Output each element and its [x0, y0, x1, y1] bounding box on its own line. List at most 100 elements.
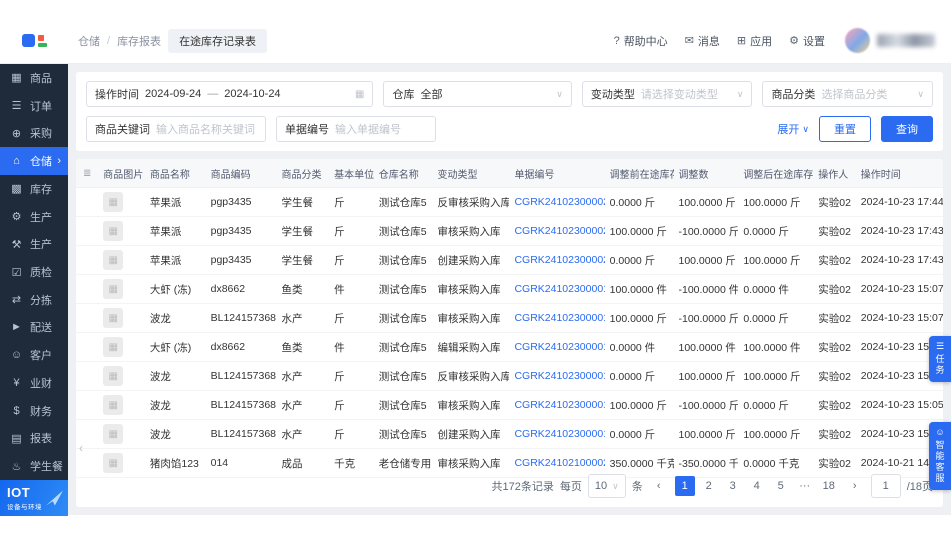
sidebar-item[interactable]: ► 配送: [0, 314, 68, 342]
date-start-value: 2024-09-24: [145, 88, 202, 100]
cell-after-qty: 0.0000 斤: [738, 303, 814, 333]
column-header: 商品图片: [98, 159, 145, 188]
page-number[interactable]: 1: [674, 476, 695, 496]
cell-change-type: 创建采购入库: [432, 245, 510, 275]
floating-tab[interactable]: ☺ 智能客服: [929, 422, 951, 490]
doc-number-link[interactable]: CGRK24102300002: [509, 187, 605, 217]
sidebar-item[interactable]: ☺ 客户: [0, 341, 68, 369]
page-jump-input[interactable]: 1: [870, 474, 901, 498]
sidebar-item[interactable]: ⌂ 仓储: [0, 147, 68, 175]
warehouse-select[interactable]: 仓库 全部 ∨: [383, 81, 572, 107]
page-number[interactable]: 3: [723, 476, 743, 496]
sidebar-item-label: 报表: [30, 433, 52, 446]
column-header: 仓库名称: [373, 159, 433, 188]
topbar-action[interactable]: ⊞ 应用: [737, 33, 772, 49]
chevron-down-icon: ∨: [917, 88, 924, 99]
cell-before-qty: 100.0000 斤: [604, 216, 674, 246]
table-scroll-left-icon[interactable]: ‹: [79, 441, 83, 455]
doc-number-link[interactable]: CGRK24102300001: [509, 361, 605, 391]
keyword-input[interactable]: 商品关键词 输入商品名称关键词: [86, 116, 266, 142]
sidebar-item[interactable]: $ 财务: [0, 397, 68, 425]
sidebar-item[interactable]: ¥ 业财: [0, 369, 68, 397]
sidebar-item[interactable]: ▦ 商品: [0, 64, 68, 92]
cell-product-name: 波龙: [144, 361, 206, 391]
cell-product-code: BL124157368: [205, 390, 277, 420]
page-tab[interactable]: 在途库存记录表: [168, 28, 268, 53]
logo-square-blue: [21, 34, 35, 47]
date-range-picker[interactable]: 操作时间 2024-09-24 — 2024-10-24 ▦: [86, 81, 374, 107]
page-number[interactable]: 5: [771, 476, 791, 496]
cell-after-qty: 0.0000 斤: [738, 216, 814, 246]
page-size-select[interactable]: 10 ∨: [587, 474, 626, 498]
sidebar-item-icon: ☺: [10, 349, 23, 362]
breadcrumb-separator: /: [107, 34, 111, 47]
sidebar-item[interactable]: ▤ 报表: [0, 425, 68, 453]
per-page-label: 每页: [559, 481, 582, 493]
doc-number-link[interactable]: CGRK24102300001: [509, 274, 605, 304]
expand-toggle[interactable]: 展开 ∨: [777, 121, 809, 137]
sidebar-item[interactable]: ⊕ 采购: [0, 119, 68, 147]
cell-adjust-qty: -100.0000 件: [673, 274, 739, 304]
sidebar-item-icon: ¥: [13, 376, 20, 389]
per-page-unit: 条: [631, 481, 643, 493]
sidebar-item[interactable]: ⚒ 生产: [0, 230, 68, 258]
topbar-actions: ? 帮助中心 ✉ 消息 ⊞ 应用 ⚙ 设置: [614, 33, 825, 49]
cell-change-type: 编辑采购入库: [432, 332, 510, 362]
column-header: 变动类型: [432, 159, 510, 188]
topbar-action-icon: ⊞: [736, 35, 747, 47]
sidebar-item[interactable]: ☑ 质检: [0, 258, 68, 286]
app-window: 仓储 / 库存报表 在途库存记录表 ? 帮助中心 ✉ 消息 ⊞ 应用 ⚙ 设置: [0, 0, 951, 550]
brand-logo[interactable]: IOT 设备与环境: [0, 480, 68, 516]
page-number[interactable]: 18: [819, 476, 839, 496]
column-settings-icon[interactable]: ≣: [83, 168, 91, 179]
cell-product-code: dx8662: [205, 274, 277, 304]
breadcrumb-item-storage[interactable]: 仓储: [78, 33, 100, 49]
user-menu[interactable]: [845, 28, 935, 53]
sidebar-item[interactable]: ♨ 学生餐: [0, 452, 68, 480]
app-logo[interactable]: [0, 34, 68, 47]
page-number[interactable]: ···: [795, 476, 815, 496]
sidebar: ▦ 商品 ☰ 订单 ⊕ 采购 ⌂ 仓储 ▩ 库存 ⚙ 生产 ⚒ 生产 ☑: [0, 64, 68, 480]
doc-number-link[interactable]: CGRK24102300002: [509, 216, 605, 246]
cell-operator: 实验02: [813, 303, 856, 333]
doc-number-link[interactable]: CGRK24102300001: [509, 332, 605, 362]
cell-after-qty: 100.0000 斤: [738, 245, 814, 275]
page-number[interactable]: 4: [747, 476, 767, 496]
doc-no-input[interactable]: 单据编号 输入单据编号: [276, 116, 436, 142]
cell-after-qty: 100.0000 斤: [738, 361, 814, 391]
doc-number-link[interactable]: CGRK24102300002: [509, 245, 605, 275]
doc-number-link[interactable]: CGRK24102300001: [509, 303, 605, 333]
page-number[interactable]: 2: [699, 476, 719, 496]
category-select[interactable]: 商品分类 选择商品分类 ∨: [762, 81, 933, 107]
sidebar-item[interactable]: ⇄ 分拣: [0, 286, 68, 314]
doc-number-link[interactable]: CGRK24102300001: [509, 390, 605, 420]
next-page-button[interactable]: ›: [845, 476, 865, 496]
cell-after-qty: 0.0000 件: [738, 274, 814, 304]
floating-tab[interactable]: ☰ 任务: [929, 336, 951, 382]
floating-tab-icon: ☰: [935, 341, 945, 351]
cell-unit: 件: [329, 274, 374, 304]
topbar-action[interactable]: ? 帮助中心: [614, 33, 668, 49]
column-header: 调整前在途库存: [604, 159, 674, 188]
sidebar-item[interactable]: ▩ 库存: [0, 175, 68, 203]
search-button[interactable]: 查询: [881, 116, 933, 142]
cell-adjust-qty: 100.0000 件: [673, 332, 739, 362]
topbar-action[interactable]: ✉ 消息: [685, 33, 720, 49]
change-type-select[interactable]: 变动类型 请选择变动类型 ∨: [581, 81, 753, 107]
doc-number-link[interactable]: CGRK24102300001: [509, 419, 605, 449]
prev-page-button[interactable]: ‹: [649, 476, 669, 496]
topbar-action[interactable]: ⚙ 设置: [789, 33, 825, 49]
cell-after-qty: 100.0000 斤: [738, 419, 814, 449]
reset-button[interactable]: 重置: [819, 116, 871, 142]
product-image-placeholder: [103, 337, 124, 357]
sidebar-item[interactable]: ☰ 订单: [0, 92, 68, 120]
cell-product-name: 大虾 (冻): [144, 332, 206, 362]
breadcrumb-item-inventory-report[interactable]: 库存报表: [117, 33, 161, 49]
cell-product-name: 大虾 (冻): [144, 274, 206, 304]
sidebar-item[interactable]: ⚙ 生产: [0, 203, 68, 231]
cell-change-type: 审核采购入库: [432, 303, 510, 333]
page-size-value: 10: [594, 480, 608, 492]
table-row: 苹果派 pgp3435 学生餐 斤 测试仓库5 审核采购入库 CGRK24102…: [76, 216, 943, 246]
table-row: 波龙 BL124157368 水产 斤 测试仓库5 创建采购入库 CGRK241…: [76, 419, 943, 449]
cell-unit: 斤: [329, 187, 374, 217]
